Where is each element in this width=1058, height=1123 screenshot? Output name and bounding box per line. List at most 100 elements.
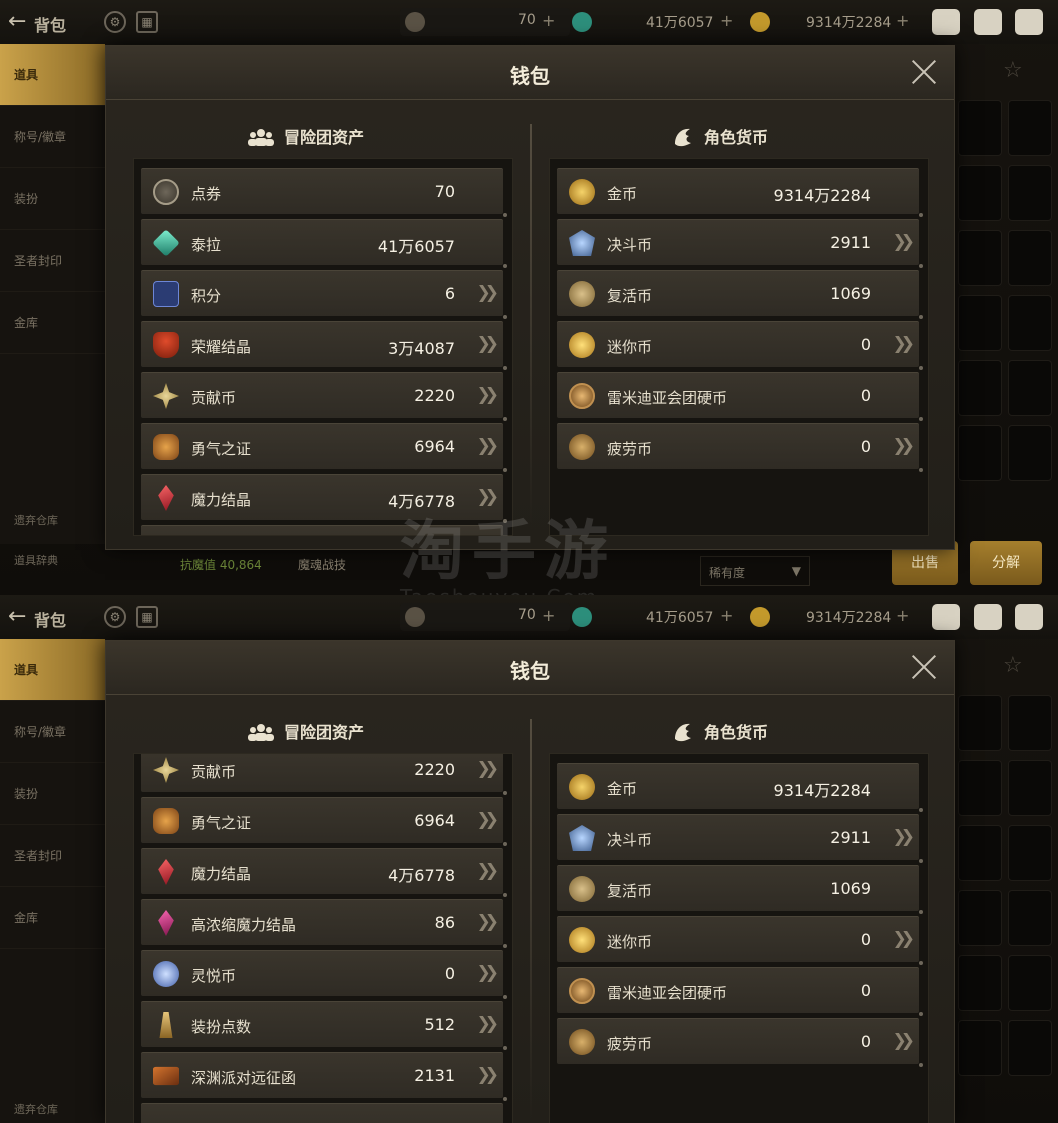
menu-item-seal[interactable]: 圣者封印 (0, 230, 105, 292)
double-chevron-right-icon[interactable]: ❯❯ (477, 436, 499, 456)
favorite-star-icon[interactable]: ☆ (1003, 58, 1023, 83)
back-arrow-icon[interactable]: ← (8, 604, 26, 629)
menu-item-avatar[interactable]: 装扮 (0, 763, 105, 825)
currency-row[interactable]: 疲劳币 0 ❯❯ (557, 423, 923, 472)
currency-row[interactable]: 魔力结晶 4万6778 ❯❯ (141, 848, 507, 897)
currency-row: 金币 9314万2284 (557, 763, 923, 812)
currency-row[interactable]: 贡献币 2220 ❯❯ (141, 754, 507, 795)
double-chevron-right-icon[interactable]: ❯❯ (893, 827, 915, 847)
mail-icon[interactable] (974, 9, 1002, 35)
chat-icon[interactable] (1015, 9, 1043, 35)
double-chevron-right-icon[interactable]: ❯❯ (893, 232, 915, 252)
inventory-slot[interactable] (958, 100, 1002, 156)
tera-plus-button[interactable]: + (720, 606, 733, 625)
inventory-slot[interactable] (958, 890, 1002, 946)
corner-dot (919, 213, 923, 217)
menu-dictionary[interactable]: 道具辞典 (14, 552, 58, 568)
inventory-slot[interactable] (1008, 100, 1052, 156)
inventory-slot[interactable] (1008, 165, 1052, 221)
double-chevron-right-icon[interactable]: ❯❯ (477, 385, 499, 405)
menu-warehouse[interactable]: 遗弃仓库 (14, 1101, 58, 1117)
double-chevron-right-icon[interactable]: ❯❯ (893, 334, 915, 354)
bag-icon[interactable] (932, 604, 960, 630)
double-chevron-right-icon[interactable]: ❯❯ (477, 1065, 499, 1085)
menu-warehouse[interactable]: 遗弃仓库 (14, 512, 58, 528)
menu-item-vault[interactable]: 金库 (0, 292, 105, 354)
settings-icon[interactable]: ⚙ (104, 606, 126, 628)
inventory-slot[interactable] (1008, 760, 1052, 816)
rarity-dropdown[interactable]: 稀有度 ▼ (700, 556, 810, 586)
inventory-slot[interactable] (1008, 295, 1052, 351)
split-button[interactable]: 分解 (970, 541, 1042, 585)
double-chevron-right-icon[interactable]: ❯❯ (477, 759, 499, 779)
bag-icon[interactable] (932, 9, 960, 35)
inventory-slot[interactable] (958, 760, 1002, 816)
close-icon[interactable] (908, 56, 940, 88)
grid-icon[interactable]: ▦ (136, 606, 158, 628)
inventory-slot[interactable] (1008, 230, 1052, 286)
inventory-slot[interactable] (958, 1020, 1002, 1076)
inventory-slot[interactable] (1008, 695, 1052, 751)
gold-plus-button[interactable]: + (896, 11, 909, 30)
menu-item-avatar[interactable]: 装扮 (0, 168, 105, 230)
currency-row[interactable]: 疲劳币 0 ❯❯ (557, 1018, 923, 1067)
coupon-plus-button[interactable]: + (542, 11, 555, 30)
settings-icon[interactable]: ⚙ (104, 11, 126, 33)
inventory-slot[interactable] (1008, 425, 1052, 481)
menu-item-items[interactable]: 道具 (0, 639, 105, 701)
favorite-star-icon[interactable]: ☆ (1003, 653, 1023, 678)
currency-row[interactable]: 装扮点数 512 ❯❯ (141, 1001, 507, 1050)
inventory-slot[interactable] (1008, 360, 1052, 416)
double-chevron-right-icon[interactable]: ❯❯ (477, 963, 499, 983)
gold-plus-button[interactable]: + (896, 606, 909, 625)
currency-row[interactable]: 迷你币 0 ❯❯ (557, 916, 923, 965)
currency-row[interactable]: 高浓缩魔力结晶 86 ❯❯ (141, 899, 507, 948)
menu-item-titles[interactable]: 称号/徽章 (0, 106, 105, 168)
tera-plus-button[interactable]: + (720, 11, 733, 30)
menu-item-items[interactable]: 道具 (0, 44, 105, 106)
currency-row[interactable]: 荣耀结晶 3万4087 ❯❯ (141, 321, 507, 370)
inventory-slot[interactable] (958, 360, 1002, 416)
double-chevron-right-icon[interactable]: ❯❯ (893, 436, 915, 456)
menu-item-titles[interactable]: 称号/徽章 (0, 701, 105, 763)
chat-icon[interactable] (1015, 604, 1043, 630)
coupon-plus-button[interactable]: + (542, 606, 555, 625)
currency-row[interactable]: 贡献币 2220 ❯❯ (141, 372, 507, 421)
currency-row[interactable]: 决斗币 2911 ❯❯ (557, 814, 923, 863)
menu-item-seal[interactable]: 圣者封印 (0, 825, 105, 887)
currency-row[interactable]: 积分 6 ❯❯ (141, 270, 507, 319)
inventory-slot[interactable] (958, 955, 1002, 1011)
double-chevron-right-icon[interactable]: ❯❯ (893, 929, 915, 949)
menu-item-vault[interactable]: 金库 (0, 887, 105, 949)
inventory-slot[interactable] (958, 295, 1002, 351)
double-chevron-right-icon[interactable]: ❯❯ (477, 334, 499, 354)
currency-row[interactable]: 灵悦币 0 ❯❯ (141, 950, 507, 999)
inventory-slot[interactable] (1008, 825, 1052, 881)
inventory-slot[interactable] (958, 825, 1002, 881)
double-chevron-right-icon[interactable]: ❯❯ (893, 1031, 915, 1051)
inventory-slot[interactable] (1008, 1020, 1052, 1076)
inventory-slot[interactable] (1008, 955, 1052, 1011)
inventory-slot[interactable] (958, 695, 1002, 751)
grid-icon[interactable]: ▦ (136, 11, 158, 33)
currency-row[interactable]: 决斗币 2911 ❯❯ (557, 219, 923, 268)
inventory-slot[interactable] (1008, 890, 1052, 946)
double-chevron-right-icon[interactable]: ❯❯ (477, 912, 499, 932)
inventory-slot[interactable] (958, 230, 1002, 286)
courage-badge-icon (153, 808, 179, 834)
inventory-slot[interactable] (958, 165, 1002, 221)
double-chevron-right-icon[interactable]: ❯❯ (477, 810, 499, 830)
currency-row[interactable]: 勇气之证 6964 ❯❯ (141, 797, 507, 846)
double-chevron-right-icon[interactable]: ❯❯ (477, 1014, 499, 1034)
back-arrow-icon[interactable]: ← (8, 9, 26, 34)
double-chevron-right-icon[interactable]: ❯❯ (477, 283, 499, 303)
inventory-slot[interactable] (958, 425, 1002, 481)
mail-icon[interactable] (974, 604, 1002, 630)
currency-row[interactable]: 勇气之证 6964 ❯❯ (141, 423, 507, 472)
double-chevron-right-icon[interactable]: ❯❯ (477, 861, 499, 881)
coupon-icon (405, 607, 425, 627)
remedia-coin-icon (569, 383, 595, 409)
currency-row[interactable]: 深渊派对远征函 2131 ❯❯ (141, 1052, 507, 1101)
currency-row[interactable]: 迷你币 0 ❯❯ (557, 321, 923, 370)
close-icon[interactable] (908, 651, 940, 683)
